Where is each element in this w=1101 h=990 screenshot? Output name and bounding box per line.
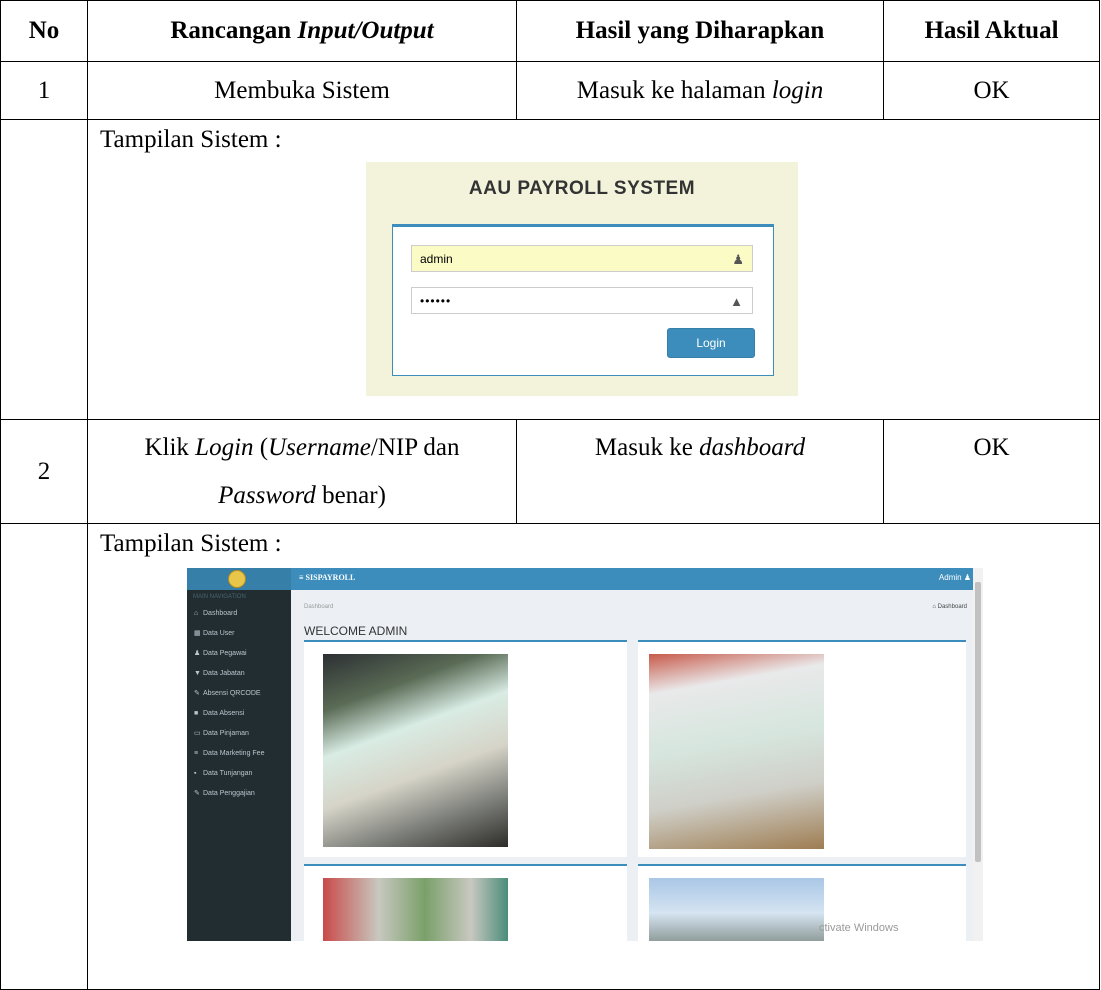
screen-row-1-no — [0, 119, 88, 420]
table-row-2: 2 Klik Login (Username/NIP dan Password b… — [0, 419, 1100, 524]
row2-input: Klik Login (Username/NIP dan Password ben… — [87, 419, 517, 524]
screen-cell-2: Tampilan Sistem : ≡ SISPAYROLL Admin ♟ M… — [87, 523, 1100, 990]
menu-icon: ■ — [194, 710, 199, 717]
row2-no: 2 — [0, 419, 88, 524]
row2-input-t4: benar) — [315, 481, 386, 509]
sidebar-item[interactable]: ■ Data Absensi — [187, 704, 291, 724]
screen2-label: Tampilan Sistem : — [100, 530, 282, 557]
dashboard-brand[interactable]: ≡ SISPAYROLL — [299, 573, 355, 582]
username-value: admin — [420, 252, 453, 266]
row1-input: Membuka Sistem — [87, 61, 517, 120]
menu-icon: ✎ — [194, 790, 200, 797]
scrollbar-thumb[interactable] — [975, 582, 981, 862]
sidebar-item[interactable]: ▦ Data User — [187, 624, 291, 644]
brochure-image — [323, 654, 508, 847]
menu-icon: ▪ — [194, 770, 197, 777]
header-rancangan: Rancangan Input/Output — [87, 0, 517, 62]
sidebar-item-label: Data Pinjaman — [203, 730, 249, 737]
row2-input-login: Login — [195, 433, 254, 461]
dashboard-screenshot: ≡ SISPAYROLL Admin ♟ MAIN NAVIGATION ⌂ Da… — [187, 568, 983, 941]
row2-input-password: Password — [218, 481, 316, 509]
sidebar-item[interactable]: ✎ Data Penggajian — [187, 784, 291, 804]
row2-expected-italic: dashboard — [699, 434, 806, 461]
row2-input-username: Username — [268, 433, 371, 461]
sidebar-item[interactable]: ▪ Data Tunjangan — [187, 764, 291, 784]
screen-row-1: Tampilan Sistem : AAU PAYROLL SYSTEM adm… — [0, 119, 1100, 420]
admin-menu[interactable]: Admin ♟ — [939, 573, 971, 582]
emblem-icon — [228, 570, 246, 588]
content-panel — [638, 640, 966, 857]
header-no: No — [0, 0, 88, 62]
menu-icon: ▼ — [194, 670, 201, 677]
sidebar-item[interactable]: ⌂ Dashboard — [187, 604, 291, 624]
dashboard-logo — [187, 568, 291, 590]
sidebar-item[interactable]: ▼ Data Jabatan — [187, 664, 291, 684]
breadcrumb-home[interactable]: ⌂ Dashboard — [932, 604, 967, 610]
menu-icon: ▭ — [194, 730, 201, 737]
row2-input-t3: /NIP dan — [370, 433, 460, 461]
menu-icon: ▦ — [194, 630, 201, 637]
activate-windows-watermark: ctivate Windows — [819, 922, 899, 934]
sidebar-menu: ⌂ Dashboard ▦ Data User ♟ Data Pegawai ▼ Data J… — [187, 604, 291, 804]
row1-expected-italic: login — [771, 76, 824, 104]
screen-row-2-no — [0, 523, 88, 990]
row1-expected-text: Masuk ke halaman — [576, 76, 772, 104]
header-aktual: Hasil Aktual — [883, 0, 1100, 62]
scrollbar[interactable] — [973, 568, 983, 941]
screen1-label: Tampilan Sistem : — [100, 126, 282, 153]
sidebar-item[interactable]: ♟ Data Pegawai — [187, 644, 291, 664]
header-rancangan-text: Rancangan — [170, 17, 298, 44]
user-icon: ♟ — [732, 252, 744, 267]
login-title: AAU PAYROLL SYSTEM — [468, 178, 696, 199]
row1-no: 1 — [0, 61, 88, 120]
row2-input-t1: Klik — [144, 433, 196, 461]
sidebar-item-label: Data User — [203, 630, 235, 637]
username-field[interactable]: admin ♟ — [411, 245, 753, 272]
documents-image — [323, 878, 508, 941]
header-diharapkan: Hasil yang Diharapkan — [516, 0, 884, 62]
breadcrumb: Dashboard — [304, 604, 334, 610]
screen-row-2: Tampilan Sistem : ≡ SISPAYROLL Admin ♟ M… — [0, 523, 1100, 990]
houses-image — [649, 878, 824, 941]
sidebar-item-label: Dashboard — [203, 610, 238, 617]
header-row: No Rancangan Input/Output Hasil yang Dih… — [0, 0, 1100, 62]
row1-actual: OK — [883, 61, 1100, 120]
sidebar-item-label: Data Marketing Fee — [203, 750, 265, 757]
screen-cell-1: Tampilan Sistem : AAU PAYROLL SYSTEM adm… — [87, 119, 1100, 420]
row2-expected: Masuk ke dashboard — [516, 419, 884, 524]
brochure-image — [649, 654, 824, 849]
dashboard-sidebar: MAIN NAVIGATION ⌂ Dashboard ▦ Data User ♟ Dat… — [187, 590, 291, 941]
login-button[interactable]: Login — [667, 328, 755, 358]
lock-icon: ▲ — [730, 294, 744, 309]
test-table: No Rancangan Input/Output Hasil yang Dih… — [0, 0, 1100, 990]
menu-icon: ✎ — [194, 690, 200, 697]
sidebar-item-label: Data Tunjangan — [203, 770, 253, 777]
login-screenshot: AAU PAYROLL SYSTEM admin ♟ •••••• ▲ Logi… — [366, 162, 798, 396]
content-panel — [304, 864, 627, 941]
password-field[interactable]: •••••• ▲ — [411, 287, 753, 314]
menu-icon: ⌂ — [194, 610, 199, 617]
sidebar-item-label: Absensi QRCODE — [203, 690, 261, 697]
menu-icon: ♟ — [194, 650, 201, 657]
sidebar-item-label: Data Pegawai — [203, 650, 247, 657]
row2-actual: OK — [883, 419, 1100, 524]
sidebar-item[interactable]: ≡ Data Marketing Fee — [187, 744, 291, 764]
password-value: •••••• — [420, 294, 452, 308]
sidebar-item-label: Data Penggajian — [203, 790, 255, 797]
row2-input-t2: ( — [253, 433, 269, 461]
nav-heading: MAIN NAVIGATION — [193, 594, 246, 600]
content-panel — [304, 640, 627, 857]
sidebar-item[interactable]: ✎ Absensi QRCODE — [187, 684, 291, 704]
table-row-1: 1 Membuka Sistem Masuk ke halaman login … — [0, 61, 1100, 120]
welcome-heading: WELCOME ADMIN — [304, 624, 408, 638]
sidebar-item-label: Data Absensi — [203, 710, 245, 717]
row1-expected: Masuk ke halaman login — [516, 61, 884, 120]
sidebar-item[interactable]: ▭ Data Pinjaman — [187, 724, 291, 744]
menu-icon: ≡ — [194, 750, 199, 757]
header-rancangan-italic: Input/Output — [297, 17, 434, 44]
content-panel — [638, 864, 966, 941]
sidebar-item-label: Data Jabatan — [203, 670, 245, 677]
login-box: admin ♟ •••••• ▲ Login — [392, 224, 774, 376]
row2-expected-text: Masuk ke — [594, 434, 700, 461]
